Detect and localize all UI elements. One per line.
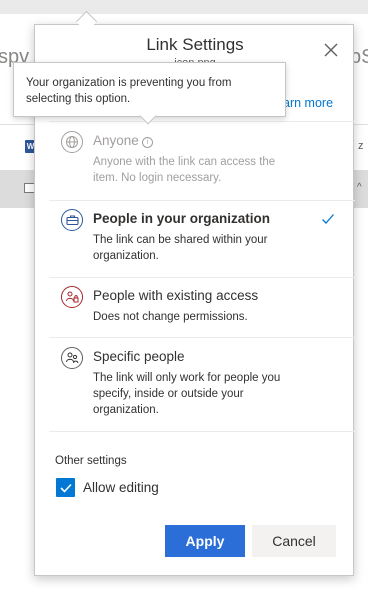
apply-button[interactable]: Apply	[165, 525, 245, 557]
option-anyone-title: Anyone	[93, 133, 139, 148]
other-settings-label: Other settings	[55, 455, 127, 467]
option-divider	[49, 121, 355, 122]
option-divider	[49, 337, 355, 338]
learn-more-link[interactable]: arn more	[283, 96, 333, 110]
option-divider	[49, 431, 355, 432]
option-anyone[interactable]: Anyone i Anyone with the link can access …	[35, 131, 355, 195]
background-edge-caret: ^	[357, 182, 362, 193]
dialog-title: Link Settings	[146, 35, 244, 54]
option-people-in-organization[interactable]: People in your organization The link can…	[35, 209, 355, 271]
info-icon[interactable]: i	[141, 137, 153, 148]
option-existing-access[interactable]: People with existing access Does not cha…	[35, 286, 355, 332]
page-top-bar	[0, 0, 368, 14]
option-specific-description: The link will only work for people you s…	[93, 372, 281, 416]
option-org-description: The link can be shared within your organ…	[93, 234, 268, 262]
option-anyone-description: Anyone with the link can access the item…	[93, 156, 276, 184]
cancel-button[interactable]: Cancel	[252, 525, 336, 557]
option-divider	[49, 277, 355, 278]
tooltip-text: Your organization is preventing you from…	[26, 77, 232, 105]
briefcase-icon	[61, 209, 83, 231]
option-specific-people[interactable]: Specific people The link will only work …	[35, 347, 355, 427]
globe-icon	[61, 131, 83, 153]
allow-editing-checkbox[interactable]	[56, 478, 75, 497]
option-specific-title: Specific people	[93, 349, 185, 364]
allow-editing-label[interactable]: Allow editing	[83, 480, 159, 495]
option-existing-title: People with existing access	[93, 288, 259, 303]
people-lock-icon	[61, 286, 83, 308]
close-button[interactable]	[323, 42, 339, 58]
background-edge-glyph: z	[358, 140, 364, 152]
checkmark-icon	[322, 214, 334, 224]
option-org-title: People in your organization	[93, 211, 271, 226]
option-existing-description: Does not change permissions.	[93, 311, 248, 323]
close-icon	[324, 43, 338, 57]
checkbox-check-icon	[59, 483, 72, 493]
option-divider	[49, 200, 355, 201]
people-icon	[61, 347, 83, 369]
